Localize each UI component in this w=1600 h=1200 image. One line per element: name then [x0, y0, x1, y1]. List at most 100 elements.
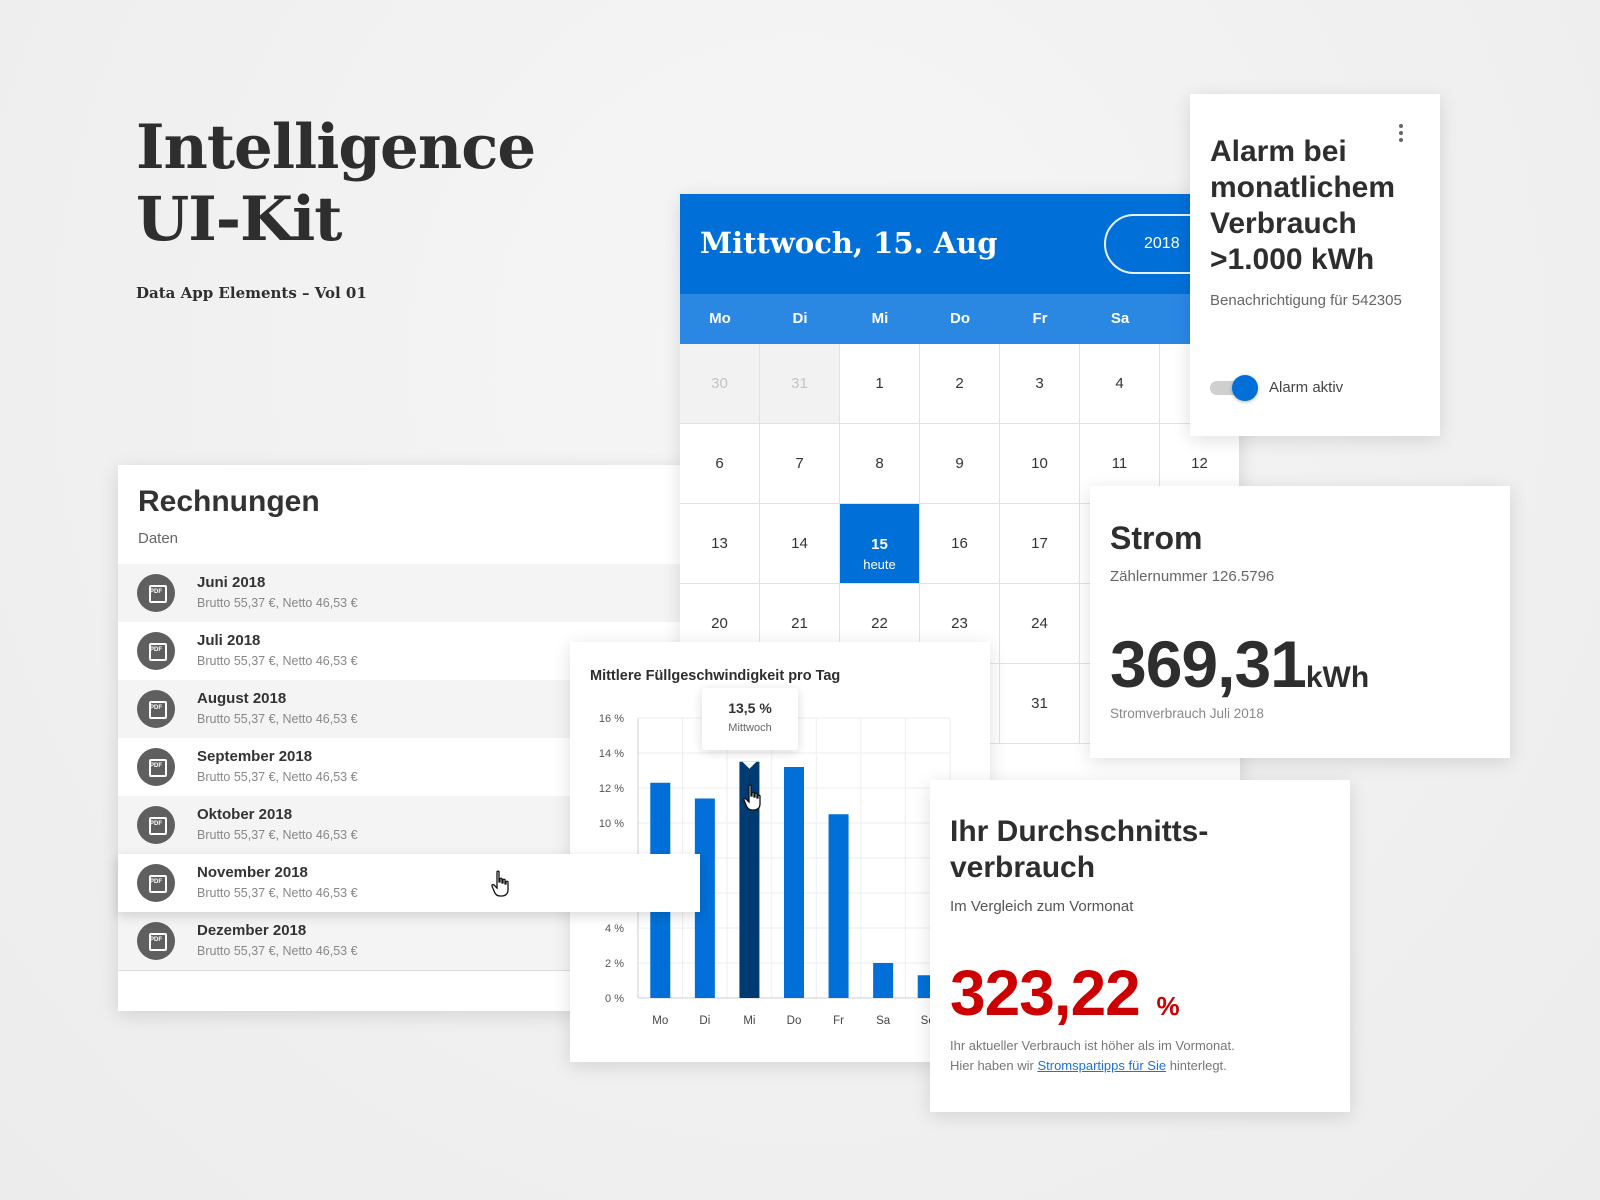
average-text-suffix: hinterlegt. [1169, 1058, 1227, 1073]
calendar-day[interactable]: 4 [1080, 344, 1160, 424]
strom-caption: Stromverbrauch Juli 2018 [1110, 706, 1264, 721]
average-title-line1: Ihr Durchschnitts- [950, 815, 1209, 848]
bar-Sa [873, 963, 894, 998]
strom-value: 369,31kWh [1110, 626, 1369, 702]
calendar-day-number: 15 [871, 536, 888, 553]
calendar-day[interactable]: 10 [1000, 424, 1080, 504]
average-title: Ihr Durchschnitts- verbrauch [950, 814, 1330, 886]
pdf-icon[interactable]: PDF [137, 632, 175, 670]
x-tick-label: Sa [876, 1015, 891, 1027]
calendar-day[interactable]: 31 [760, 344, 840, 424]
strom-value-unit: kWh [1305, 661, 1370, 694]
y-tick-label: 4 % [605, 923, 624, 935]
calendar-day[interactable]: 30 [680, 344, 760, 424]
bar-Fr [828, 814, 849, 998]
weekday-label: Di [792, 310, 808, 327]
invoice-detail: Brutto 55,37 €, Netto 46,53 € [197, 770, 358, 784]
average-card: Ihr Durchschnitts- verbrauch Im Vergleic… [930, 780, 1350, 1112]
y-tick-label: 10 % [599, 818, 624, 830]
invoice-month: Juni 2018 [197, 574, 266, 591]
calendar-day[interactable]: 31 [1000, 664, 1080, 744]
hero-title: Intelligence UI-Kit [136, 112, 536, 256]
invoice-month: Juli 2018 [197, 632, 261, 649]
pdf-icon[interactable]: PDF [137, 690, 175, 728]
invoices-subtitle: Daten [138, 530, 179, 547]
calendar-date-title: Mittwoch, 15. Aug [700, 226, 998, 260]
calendar-day[interactable]: 1 [840, 344, 920, 424]
alarm-toggle[interactable] [1210, 374, 1260, 401]
pdf-icon-label: PDF [150, 821, 162, 827]
calendar-day-today[interactable]: 15 heute [840, 504, 920, 584]
invoice-row[interactable]: PDF Juni 2018 Brutto 55,37 €, Netto 46,53 … [118, 564, 700, 622]
chart-card: 0 %2 %4 %6 %8 %10 %12 %14 %16 %MoDiMiDoF… [570, 642, 990, 1062]
hand-cursor-icon [491, 870, 509, 897]
invoice-month: September 2018 [197, 748, 313, 765]
calendar-day[interactable]: 16 [920, 504, 1000, 584]
stromspartipps-link[interactable]: Stromspartipps für Sie [1037, 1058, 1166, 1073]
weekday-label: Fr [1032, 310, 1048, 327]
pdf-icon-label: PDF [150, 705, 162, 711]
weekday-label: Mi [871, 310, 889, 327]
x-tick-label: Mi [743, 1015, 755, 1027]
calendar-day[interactable]: 17 [1000, 504, 1080, 584]
weekday-label: Do [950, 310, 970, 327]
toggle-knob [1232, 375, 1258, 401]
average-text-line1: Ihr aktueller Verbrauch ist höher als im… [950, 1038, 1235, 1053]
alarm-note: Benachrichtigung für 542305 [1210, 292, 1402, 309]
pdf-icon[interactable]: PDF [137, 748, 175, 786]
calendar-day[interactable]: 14 [760, 504, 840, 584]
calendar-day[interactable]: 13 [680, 504, 760, 584]
x-tick-label: Fr [833, 1015, 844, 1027]
weekday-label: Sa [1110, 310, 1130, 327]
hero-title-line2: UI-Kit [136, 184, 342, 255]
x-tick-label: Do [787, 1015, 802, 1027]
average-value: 323,22 % [950, 956, 1180, 1030]
chart-tooltip: 13,5 % Mittwoch [702, 688, 798, 750]
y-tick-label: 16 % [599, 713, 624, 725]
tooltip-value: 13,5 % [728, 700, 772, 716]
strom-title: Strom [1110, 520, 1203, 556]
invoice-month: Oktober 2018 [197, 806, 293, 823]
y-tick-label: 12 % [599, 783, 624, 795]
pdf-icon[interactable]: PDF [137, 922, 175, 960]
pdf-icon-label: PDF [150, 937, 162, 943]
average-text: Ihr aktueller Verbrauch ist höher als im… [950, 1036, 1340, 1076]
invoice-month: Dezember 2018 [197, 922, 307, 939]
invoice-detail: Brutto 55,37 €, Netto 46,53 € [197, 944, 358, 958]
calendar-day[interactable]: 2 [920, 344, 1000, 424]
chart-title: Mittlere Füllgeschwindigkeit pro Tag [590, 668, 841, 684]
invoice-detail: Brutto 55,37 €, Netto 46,53 € [197, 712, 358, 726]
calendar-day[interactable]: 24 [1000, 584, 1080, 664]
pdf-icon-label: PDF [150, 647, 162, 653]
y-tick-label: 2 % [605, 958, 624, 970]
invoices-title: Rechnungen [138, 485, 320, 518]
alarm-card: Alarm bei monatlichem Verbrauch >1.000 k… [1190, 94, 1440, 436]
pdf-icon-label: PDF [150, 589, 162, 595]
hero-subtitle: Data App Elements – Vol 01 [136, 284, 367, 302]
average-value-number: 323,22 [950, 957, 1141, 1029]
calendar-day[interactable]: 3 [1000, 344, 1080, 424]
invoice-detail: Brutto 55,37 €, Netto 46,53 € [197, 886, 358, 900]
alarm-toggle-label: Alarm aktiv [1269, 379, 1344, 396]
average-text-prefix: Hier haben wir [950, 1058, 1034, 1073]
average-text-line2: Hier haben wir Stromspartipps für Sie hi… [950, 1056, 1340, 1076]
calendar-weekdays: MoDiMiDoFrSaSo [680, 294, 1240, 344]
x-tick-label: Mo [652, 1015, 668, 1027]
calendar-header: Mittwoch, 15. Aug 2018 [680, 194, 1240, 294]
invoice-row[interactable]: PDF November 2018 Brutto 55,37 €, Netto 46… [118, 854, 700, 912]
calendar-day[interactable]: 7 [760, 424, 840, 504]
invoice-detail: Brutto 55,37 €, Netto 46,53 € [197, 596, 358, 610]
hand-cursor-icon [743, 784, 761, 811]
calendar-day[interactable]: 9 [920, 424, 1000, 504]
pdf-icon[interactable]: PDF [137, 864, 175, 902]
bar-Do [784, 767, 804, 998]
pdf-icon-label: PDF [150, 879, 162, 885]
calendar-day[interactable]: 6 [680, 424, 760, 504]
hero-title-line1: Intelligence [136, 112, 536, 183]
today-label: heute [863, 557, 896, 572]
calendar-day[interactable]: 8 [840, 424, 920, 504]
pdf-icon[interactable]: PDF [137, 806, 175, 844]
average-subtitle: Im Vergleich zum Vormonat [950, 898, 1134, 915]
pdf-icon[interactable]: PDF [137, 574, 175, 612]
y-tick-label: 14 % [599, 748, 624, 760]
